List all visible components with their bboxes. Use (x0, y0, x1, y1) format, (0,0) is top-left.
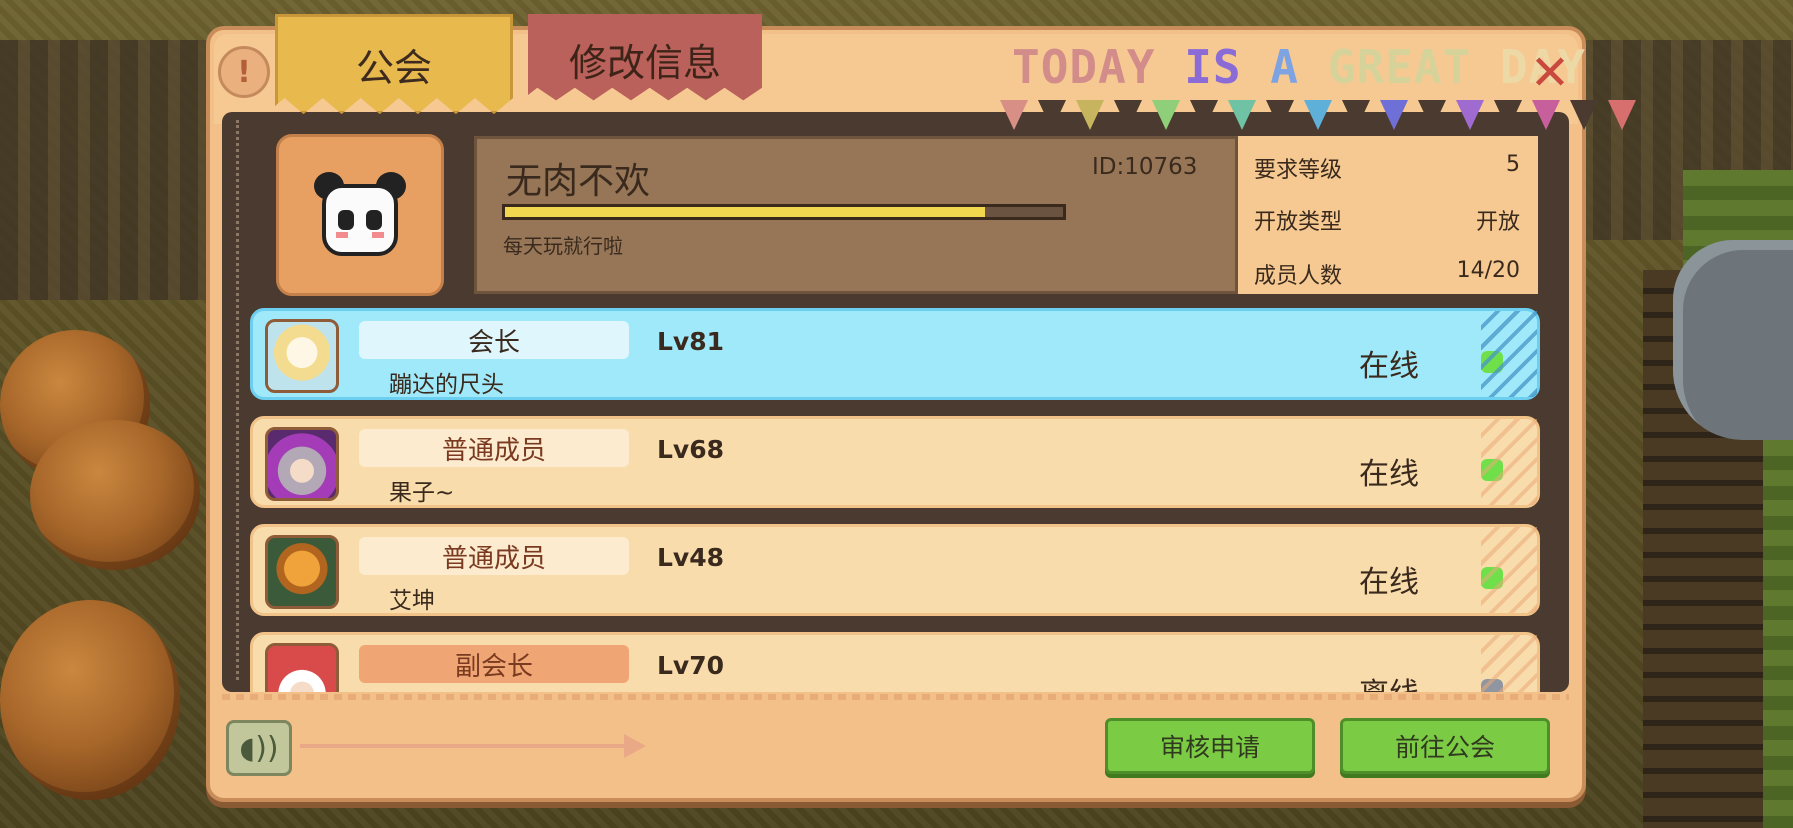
close-icon: ✕ (1529, 45, 1571, 101)
guild-exp-bar (502, 204, 1066, 220)
panda-icon (310, 172, 410, 258)
stat-value: 14/20 (1456, 258, 1520, 283)
member-name: 艾坤 (389, 588, 435, 614)
arrow-head-icon (624, 734, 646, 758)
member-row[interactable]: 普通成员 果子~ Lv68 在线 (250, 416, 1540, 508)
pennant-flag (1570, 100, 1598, 130)
stat-label: 成员人数 (1254, 264, 1343, 289)
help-button[interactable]: ! (218, 46, 270, 98)
member-status: 离线 (1359, 669, 1419, 692)
review-applications-button[interactable]: 审核申请 (1105, 718, 1315, 774)
tab-guild[interactable]: 公会 (275, 14, 513, 114)
guild-name: 无肉不欢 (506, 161, 651, 202)
stat-value: 开放 (1475, 210, 1520, 235)
member-avatar (265, 319, 339, 393)
tab-guild-label: 公会 (355, 45, 432, 90)
member-role-badge: 会长 (359, 321, 629, 359)
close-button[interactable]: ✕ (1525, 48, 1575, 98)
pennant-flag (1456, 100, 1484, 130)
banner-word: GREAT (1327, 40, 1472, 94)
member-role-badge: 普通成员 (359, 429, 629, 467)
pennant-flag (1190, 100, 1218, 130)
stat-member-count: 成员人数 14/20 (1254, 258, 1520, 290)
stat-label: 要求等级 (1254, 158, 1343, 183)
guild-id: ID:10763 (1092, 154, 1198, 180)
banner-word: TODAY (1012, 40, 1156, 94)
member-role-badge: 普通成员 (359, 537, 629, 575)
stat-value: 5 (1506, 152, 1520, 177)
member-status: 在线 (1359, 565, 1419, 600)
today-banner: TODAY IS A GREAT DAY (1012, 40, 1586, 94)
banner-word: A (1270, 40, 1299, 94)
tab-edit-info-label: 修改信息 (568, 40, 721, 85)
member-role-badge: 副会长 (359, 645, 629, 683)
member-row[interactable]: 普通成员 艾坤 Lv48 在线 (250, 524, 1540, 616)
member-name: 果子~ (389, 480, 455, 506)
zigzag-decoration (1481, 635, 1537, 692)
go-to-guild-label: 前往公会 (1394, 733, 1495, 762)
member-status: 在线 (1359, 457, 1419, 492)
pennant-flag (1418, 100, 1446, 130)
arrow-decoration (300, 744, 630, 748)
pennant-flag (1152, 100, 1180, 130)
pennant-flag (1380, 100, 1408, 130)
member-level: Lv48 (657, 543, 725, 572)
member-name: 蹦达的尺头 (389, 372, 504, 398)
member-level: Lv68 (657, 435, 725, 464)
pennant-garland (1000, 100, 1636, 134)
zigzag-decoration (1481, 527, 1537, 613)
pennant-flag (1342, 100, 1370, 130)
speaker-icon: ◖)) (239, 730, 279, 766)
member-row[interactable]: 会长 蹦达的尺头 Lv81 在线 (250, 308, 1540, 400)
pennant-flag (1114, 100, 1142, 130)
autumn-tree (30, 420, 200, 570)
stat-required-level: 要求等级 5 (1254, 152, 1520, 184)
pennant-flag (1494, 100, 1522, 130)
zigzag-decoration (1481, 419, 1537, 505)
stat-label: 开放类型 (1254, 210, 1343, 235)
pennant-flag (1038, 100, 1066, 130)
review-applications-label: 审核申请 (1159, 733, 1260, 762)
pennant-flag (1266, 100, 1294, 130)
pennant-flag (1532, 100, 1560, 130)
guild-exp-fill (505, 207, 985, 217)
banner-word: IS (1184, 40, 1242, 94)
stone-dragon-statue (1673, 240, 1793, 440)
rock-wall-left (0, 40, 230, 300)
member-level: Lv70 (657, 651, 725, 680)
pennant-flag (1000, 100, 1028, 130)
member-avatar (265, 643, 339, 692)
go-to-guild-button[interactable]: 前往公会 (1340, 718, 1550, 774)
pennant-flag (1304, 100, 1332, 130)
guild-avatar[interactable] (276, 134, 444, 296)
pennant-flag (1228, 100, 1256, 130)
pennant-flag (1076, 100, 1104, 130)
zigzag-decoration (1481, 311, 1537, 397)
member-avatar (265, 427, 339, 501)
pennant-flag (1608, 100, 1636, 130)
voice-button[interactable]: ◖)) (226, 720, 292, 776)
member-row[interactable]: 副会长 Lv70 离线 (250, 632, 1540, 692)
member-avatar (265, 535, 339, 609)
member-level: Lv81 (657, 327, 725, 356)
footer-divider (222, 694, 1569, 700)
guild-motto: 每天玩就行啦 (503, 234, 623, 258)
autumn-tree (0, 600, 180, 800)
member-list[interactable]: 会长 蹦达的尺头 Lv81 在线 普通成员 果子~ Lv68 在线 普通成员 艾… (246, 306, 1552, 692)
stat-open-type: 开放类型 开放 (1254, 204, 1520, 236)
member-status: 在线 (1359, 349, 1419, 384)
